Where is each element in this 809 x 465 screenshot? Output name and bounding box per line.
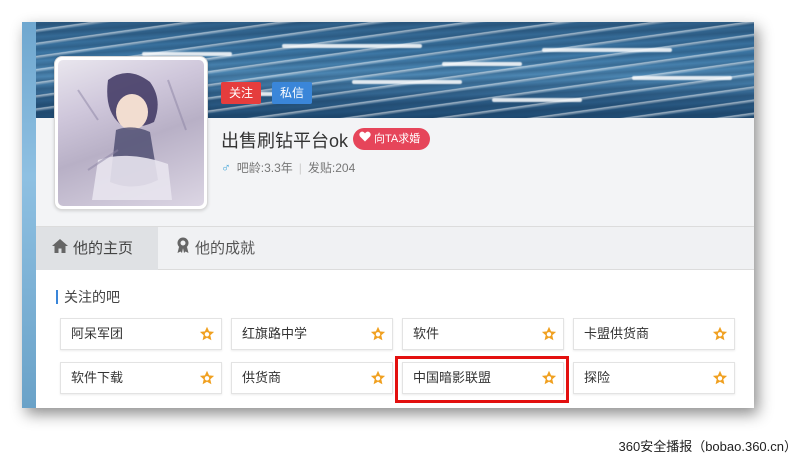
tab-home-label: 他的主页 [73,240,134,257]
profile-meta: ♂ 吧龄:3.3年 | 发贴:204 [221,159,355,176]
username: 出售刷钻平台ok [221,131,349,151]
male-icon: ♂ [221,160,231,175]
star-badge-icon [199,370,215,385]
forum-item[interactable]: 软件 [402,318,564,350]
forum-item[interactable]: 红旗路中学 [231,318,393,350]
forum-name: 供货商 [242,370,282,385]
message-button[interactable]: 私信 [272,82,313,104]
account-age: 吧龄:3.3年 [236,161,293,175]
profile-card: 关注 私信 出售刷钻平台ok 向TA求婚 ♂ 吧龄:3.3年 | 发贴:204 … [22,22,754,408]
forum-name: 探险 [584,370,611,385]
tab-achievements[interactable]: 他的成就 [160,227,271,270]
profile-tabs: 他的主页 他的成就 [36,226,754,270]
post-count: 发贴:204 [307,161,356,175]
watermark: 360安全播报（bobao.360.cn） [618,439,797,454]
tab-home[interactable]: 他的主页 [36,227,158,270]
star-badge-icon [712,370,728,385]
home-icon [52,227,68,270]
left-edge-strip [22,22,36,408]
forum-item[interactable]: 软件下载 [60,362,222,394]
heart-icon [359,128,371,150]
avatar-image [58,60,204,206]
forum-name: 软件 [413,326,440,341]
follow-button[interactable]: 关注 [221,82,262,104]
propose-label: 向TA求婚 [374,133,421,145]
forum-name: 软件下载 [71,370,124,385]
forum-item[interactable]: 探险 [573,362,735,394]
highlight-box [395,356,569,403]
medal-icon [176,227,190,270]
propose-button[interactable]: 向TA求婚 [353,128,431,150]
forum-item[interactable]: 供货商 [231,362,393,394]
star-badge-icon [370,326,386,341]
star-badge-icon [712,326,728,341]
forum-name: 红旗路中学 [242,326,308,341]
star-badge-icon [370,370,386,385]
avatar[interactable] [54,56,208,210]
forum-item[interactable]: 阿呆军团 [60,318,222,350]
star-badge-icon [199,326,215,341]
section-title: 关注的吧 [56,290,120,304]
forum-item[interactable]: 卡盟供货商 [573,318,735,350]
forum-name: 阿呆军团 [71,326,124,341]
divider: | [298,160,302,175]
star-badge-icon [541,326,557,341]
tab-achievements-label: 他的成就 [195,240,256,257]
forum-name: 卡盟供货商 [584,326,650,341]
